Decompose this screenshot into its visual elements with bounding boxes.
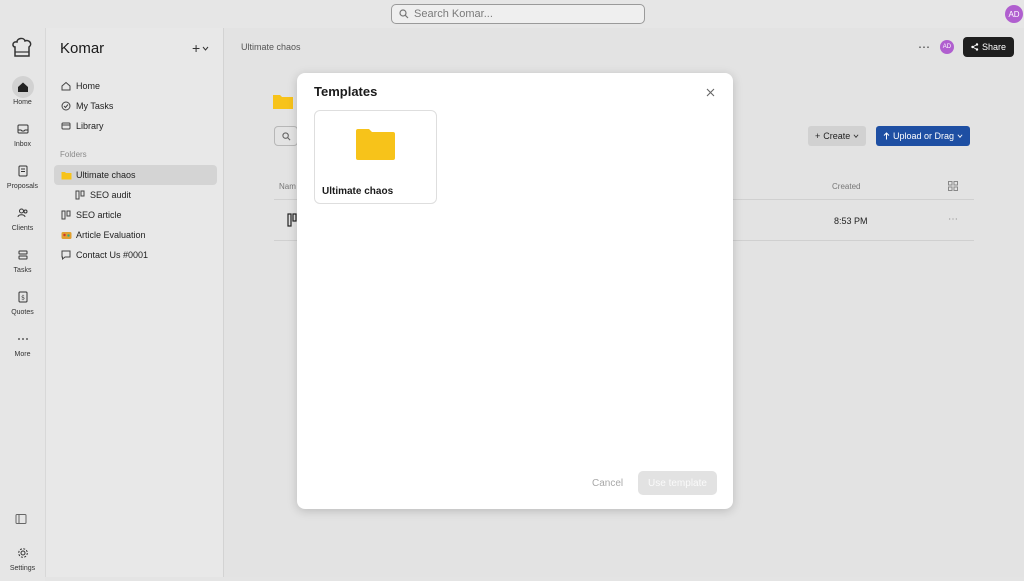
share-label: Share [981, 42, 1006, 52]
sidebar-folder-ultimate-chaos[interactable]: Ultimate chaos [54, 165, 217, 185]
rail-label: More [14, 351, 31, 358]
sidebar-item-label: My Tasks [76, 101, 114, 111]
rail-tasks[interactable]: Tasks [0, 244, 45, 274]
rail-label: Settings [9, 565, 36, 572]
sidebar-item-library[interactable]: Library [54, 116, 217, 136]
plus-icon: + [192, 40, 201, 56]
column-header-name[interactable]: Nam [279, 182, 296, 191]
left-rail: Home Inbox Proposals Clients Tasks $ Quo… [0, 28, 45, 581]
svg-text:$: $ [21, 295, 25, 302]
sidebar-folder-seo-audit[interactable]: SEO audit [68, 185, 217, 205]
sidebar-folder-article-evaluation[interactable]: Article Evaluation [54, 225, 217, 245]
sidebar-item-label: Ultimate chaos [76, 170, 136, 180]
gear-icon [12, 542, 34, 564]
inbox-icon [12, 118, 34, 140]
add-button[interactable]: + [192, 40, 209, 56]
folder-icon [356, 128, 395, 163]
sidebar-folder-contact-us[interactable]: Contact Us #0001 [54, 245, 217, 265]
sidebar-item-label: Library [76, 121, 104, 131]
workspace-title: Komar [60, 40, 105, 57]
rail-label: Tasks [13, 267, 32, 274]
folders-heading: Folders [60, 150, 87, 159]
share-icon [971, 43, 979, 51]
search-icon [399, 9, 409, 19]
chevron-down-icon [202, 46, 209, 51]
home-icon [60, 80, 72, 92]
check-circle-icon [60, 100, 72, 112]
chevron-down-icon [957, 134, 963, 138]
quotes-icon: $ [12, 286, 34, 308]
search-placeholder: Search Komar... [414, 8, 493, 20]
header-actions: ⋯ AD Share [918, 37, 1014, 57]
rail-home[interactable]: Home [0, 76, 45, 106]
rail-label: Clients [11, 225, 34, 232]
tasks-icon [12, 244, 34, 266]
rail-quotes[interactable]: $ Quotes [0, 286, 45, 316]
template-card[interactable]: Ultimate chaos [314, 110, 437, 204]
app-logo-icon[interactable] [10, 36, 34, 63]
row-created-time: 8:53 PM [834, 216, 868, 226]
sidebar-item-label: Contact Us #0001 [76, 250, 149, 260]
user-avatar[interactable]: AD [1005, 5, 1023, 23]
dialog-title: Templates [314, 84, 378, 99]
rail-label: Inbox [13, 141, 32, 148]
more-icon [12, 328, 34, 350]
sidebar-item-label: SEO audit [90, 190, 132, 200]
sidebar-item-home[interactable]: Home [54, 76, 217, 96]
close-icon[interactable] [703, 85, 717, 99]
share-button[interactable]: Share [962, 37, 1014, 57]
rail-label: Proposals [6, 183, 39, 190]
grid-view-icon[interactable] [948, 180, 958, 194]
column-header-created[interactable]: Created [832, 182, 860, 191]
home-icon [11, 76, 34, 98]
rail-label: Home [13, 99, 32, 106]
upload-button[interactable]: Upload or Drag [876, 126, 971, 146]
board-icon [60, 209, 72, 221]
board-icon [287, 213, 297, 230]
use-template-button[interactable]: Use template [638, 471, 717, 495]
arrow-up-icon [883, 132, 890, 140]
more-options-icon[interactable]: ⋯ [918, 40, 931, 54]
create-button[interactable]: + Create [808, 126, 867, 146]
chat-icon [60, 249, 72, 261]
rail-inbox[interactable]: Inbox [0, 118, 45, 148]
top-bar: Search Komar... AD [0, 0, 1024, 28]
sidebar-folder-seo-article[interactable]: SEO article [54, 205, 217, 225]
sidebar: Komar + Home My Tasks Library Folders Ul… [45, 28, 224, 577]
board-icon [74, 189, 86, 201]
rail-clients[interactable]: Clients [0, 202, 45, 232]
rail-more[interactable]: More [0, 328, 45, 358]
clients-icon [12, 202, 34, 224]
row-more-icon[interactable]: ⋯ [948, 214, 958, 225]
create-label: Create [823, 131, 851, 141]
plus-icon: + [815, 131, 821, 141]
proposals-icon [12, 160, 34, 182]
sidebar-item-label: SEO article [76, 210, 122, 220]
emoji-icon [60, 229, 72, 241]
chevron-down-icon [853, 134, 859, 138]
template-name: Ultimate chaos [322, 186, 394, 197]
folder-icon [60, 169, 72, 181]
search-input[interactable]: Search Komar... [391, 4, 645, 24]
library-icon [60, 120, 72, 132]
sidebar-item-my-tasks[interactable]: My Tasks [54, 96, 217, 116]
search-icon [281, 131, 290, 140]
content-search-button[interactable] [274, 126, 298, 146]
rail-label: Quotes [11, 309, 34, 316]
upload-label: Upload or Drag [893, 131, 955, 141]
sidebar-item-label: Article Evaluation [76, 230, 146, 240]
sidebar-item-label: Home [76, 81, 101, 91]
folder-header-icon [273, 93, 293, 112]
collaborator-avatar[interactable]: AD [939, 40, 954, 54]
templates-dialog: Templates Ultimate chaos Cancel Use temp… [297, 73, 733, 509]
sidebar-toggle-icon[interactable] [15, 513, 27, 528]
cancel-button[interactable]: Cancel [582, 471, 633, 495]
rail-settings[interactable]: Settings [0, 542, 45, 572]
rail-proposals[interactable]: Proposals [0, 160, 45, 190]
breadcrumb[interactable]: Ultimate chaos [241, 42, 301, 52]
